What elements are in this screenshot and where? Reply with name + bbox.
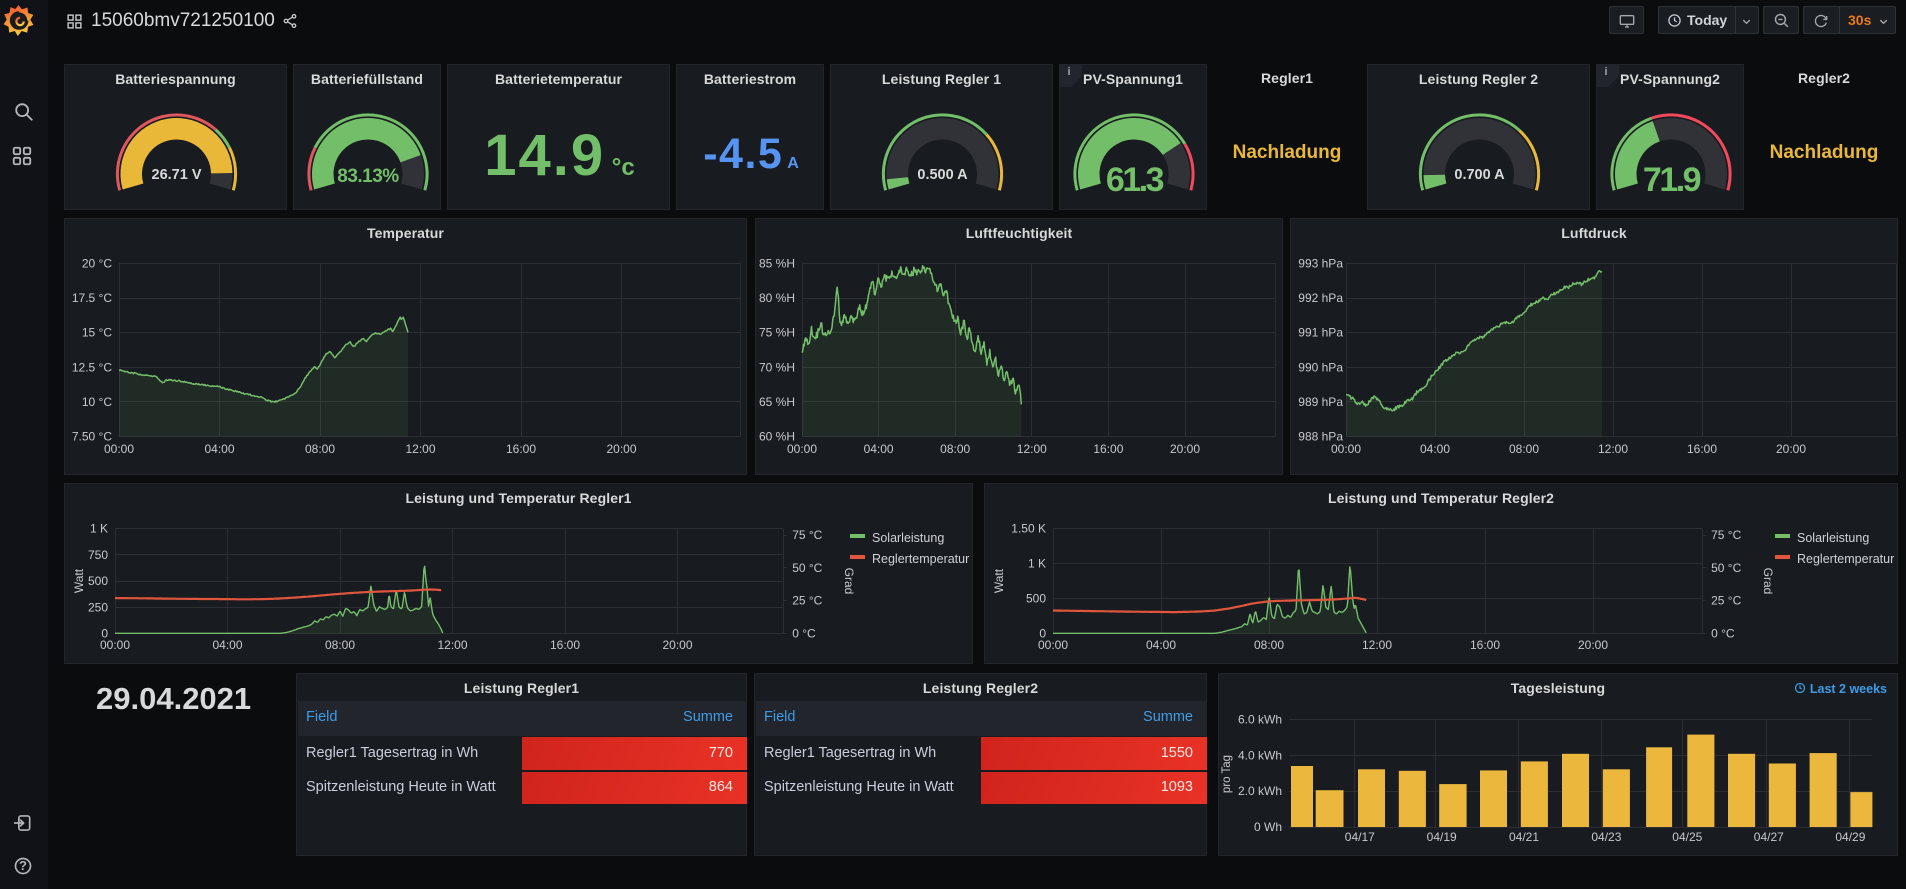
svg-text:75 °C: 75 °C — [1711, 528, 1741, 542]
svg-text:4.0 kWh: 4.0 kWh — [1238, 748, 1282, 762]
svg-text:00:00: 00:00 — [104, 442, 134, 456]
svg-text:12.5 °C: 12.5 °C — [72, 360, 112, 374]
svg-text:Solarleistung: Solarleistung — [1797, 531, 1869, 545]
svg-text:15 °C: 15 °C — [82, 326, 112, 340]
svg-text:04/17: 04/17 — [1345, 830, 1375, 844]
svg-text:12:00: 12:00 — [1362, 638, 1392, 652]
svg-text:16:00: 16:00 — [1470, 638, 1500, 652]
svg-text:6.0 kWh: 6.0 kWh — [1238, 713, 1282, 727]
svg-text:20:00: 20:00 — [1170, 442, 1200, 456]
svg-text:1 K: 1 K — [1028, 557, 1046, 571]
svg-text:12:00: 12:00 — [1017, 442, 1047, 456]
svg-text:Grad: Grad — [842, 568, 856, 595]
svg-text:250: 250 — [88, 600, 108, 614]
svg-text:04:00: 04:00 — [1146, 638, 1176, 652]
svg-text:16:00: 16:00 — [1093, 442, 1123, 456]
svg-text:10 °C: 10 °C — [82, 395, 112, 409]
svg-text:Solarleistung: Solarleistung — [872, 531, 944, 545]
svg-text:04/21: 04/21 — [1509, 830, 1539, 844]
svg-text:12:00: 12:00 — [405, 442, 435, 456]
svg-text:08:00: 08:00 — [1509, 442, 1539, 456]
svg-text:1 K: 1 K — [90, 522, 108, 536]
svg-text:00:00: 00:00 — [1331, 442, 1361, 456]
svg-text:20 °C: 20 °C — [82, 257, 112, 271]
svg-text:0: 0 — [101, 627, 108, 641]
svg-text:04/19: 04/19 — [1427, 830, 1457, 844]
svg-text:Watt: Watt — [72, 568, 86, 593]
svg-text:Reglertemperatur: Reglertemperatur — [1797, 552, 1894, 566]
svg-text:04/27: 04/27 — [1754, 830, 1784, 844]
svg-text:993 hPa: 993 hPa — [1298, 257, 1343, 271]
svg-text:04:00: 04:00 — [864, 442, 894, 456]
svg-text:988 hPa: 988 hPa — [1298, 430, 1343, 444]
svg-text:16:00: 16:00 — [1687, 442, 1717, 456]
svg-text:08:00: 08:00 — [1254, 638, 1284, 652]
svg-text:04:00: 04:00 — [204, 442, 234, 456]
svg-text:16:00: 16:00 — [506, 442, 536, 456]
svg-text:0 Wh: 0 Wh — [1254, 820, 1282, 834]
svg-text:17.5 °C: 17.5 °C — [72, 291, 112, 305]
svg-text:20:00: 20:00 — [606, 442, 636, 456]
svg-text:00:00: 00:00 — [787, 442, 817, 456]
svg-text:Reglertemperatur: Reglertemperatur — [872, 552, 969, 566]
svg-text:990 hPa: 990 hPa — [1298, 360, 1343, 374]
svg-text:08:00: 08:00 — [940, 442, 970, 456]
svg-text:16:00: 16:00 — [550, 638, 580, 652]
svg-text:7.50 °C: 7.50 °C — [72, 430, 112, 444]
svg-text:500: 500 — [1026, 592, 1046, 606]
svg-text:60 %H: 60 %H — [759, 430, 795, 444]
svg-text:12:00: 12:00 — [1598, 442, 1628, 456]
svg-text:20:00: 20:00 — [1578, 638, 1608, 652]
svg-text:04:00: 04:00 — [1420, 442, 1450, 456]
svg-text:991 hPa: 991 hPa — [1298, 326, 1343, 340]
svg-text:75 %H: 75 %H — [759, 326, 795, 340]
svg-text:pro Tag: pro Tag — [1221, 755, 1233, 793]
svg-text:50 °C: 50 °C — [792, 561, 822, 575]
svg-text:12:00: 12:00 — [437, 638, 467, 652]
svg-text:0 °C: 0 °C — [1711, 627, 1735, 641]
svg-text:0 °C: 0 °C — [792, 627, 816, 641]
svg-text:992 hPa: 992 hPa — [1298, 291, 1343, 305]
svg-text:70 %H: 70 %H — [759, 360, 795, 374]
svg-text:2.0 kWh: 2.0 kWh — [1238, 784, 1282, 798]
svg-text:50 °C: 50 °C — [1711, 561, 1741, 575]
svg-text:04/29: 04/29 — [1835, 830, 1865, 844]
svg-text:08:00: 08:00 — [305, 442, 335, 456]
svg-text:989 hPa: 989 hPa — [1298, 395, 1343, 409]
svg-text:04:00: 04:00 — [212, 638, 242, 652]
svg-text:85 %H: 85 %H — [759, 257, 795, 271]
svg-text:04/23: 04/23 — [1591, 830, 1621, 844]
svg-text:500: 500 — [88, 574, 108, 588]
svg-text:04/25: 04/25 — [1672, 830, 1702, 844]
svg-text:20:00: 20:00 — [662, 638, 692, 652]
svg-text:75 °C: 75 °C — [792, 528, 822, 542]
svg-text:Grad: Grad — [1761, 568, 1775, 595]
svg-text:25 °C: 25 °C — [792, 594, 822, 608]
svg-text:0: 0 — [1039, 627, 1046, 641]
svg-text:65 %H: 65 %H — [759, 395, 795, 409]
svg-text:80 %H: 80 %H — [759, 291, 795, 305]
svg-text:20:00: 20:00 — [1776, 442, 1806, 456]
svg-text:1.50 K: 1.50 K — [1011, 522, 1046, 536]
svg-text:08:00: 08:00 — [325, 638, 355, 652]
svg-text:750: 750 — [88, 548, 108, 562]
svg-text:Watt: Watt — [992, 568, 1006, 593]
svg-text:25 °C: 25 °C — [1711, 594, 1741, 608]
